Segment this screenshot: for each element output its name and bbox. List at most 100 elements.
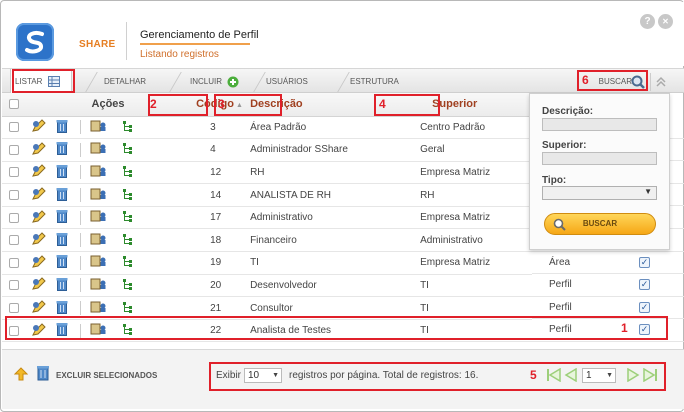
users-book-icon[interactable] <box>90 233 107 248</box>
users-book-icon[interactable] <box>90 142 107 157</box>
superior-input[interactable] <box>542 152 657 165</box>
table-row[interactable]: 18 Financeiro Administrativo <box>2 228 533 253</box>
tree-structure-icon[interactable] <box>122 165 134 180</box>
descricao-cell: RH <box>248 161 413 185</box>
collapse-up-icon[interactable] <box>655 76 667 88</box>
trash-icon[interactable] <box>56 119 68 136</box>
spacer-cell <box>148 161 189 185</box>
codigo-cell: 20 <box>188 274 249 298</box>
superior-cell: Empresa Matriz <box>412 161 533 185</box>
tree-structure-icon[interactable] <box>122 233 134 248</box>
edit-pencil-icon[interactable] <box>32 209 46 226</box>
users-book-icon[interactable] <box>90 210 107 225</box>
trash-icon[interactable] <box>56 164 68 181</box>
users-cell <box>84 183 120 207</box>
edit-pencil-icon[interactable] <box>32 187 46 203</box>
trash-icon[interactable] <box>56 254 68 271</box>
edit-pencil-icon[interactable] <box>32 300 46 316</box>
action-divider <box>80 142 81 157</box>
row-checkbox[interactable] <box>9 302 19 313</box>
excluir-selecionados-link[interactable]: EXCLUIR SELECIONADOS <box>56 371 157 380</box>
users-book-icon[interactable] <box>90 278 107 293</box>
edit-cell <box>28 183 54 207</box>
table-row[interactable]: 14 ANALISTA DE RH RH <box>2 183 533 207</box>
row-checkbox[interactable] <box>9 280 19 291</box>
tree-structure-icon[interactable] <box>122 210 134 225</box>
row-checkbox[interactable] <box>9 257 19 268</box>
trash-icon[interactable] <box>56 209 68 226</box>
profiles-table: Ações Código ▲ Descrição Superior 3 Área P… <box>2 93 533 343</box>
tree-structure-icon[interactable] <box>122 188 134 203</box>
close-icon[interactable]: ✕ <box>658 14 673 29</box>
tree-structure-icon[interactable] <box>122 278 134 293</box>
ativo-checkbox[interactable]: ✓ <box>639 301 650 313</box>
help-icon[interactable]: ? <box>640 14 655 29</box>
users-book-icon[interactable] <box>90 255 107 270</box>
highlight-box-last-row <box>5 316 668 340</box>
descricao-input[interactable] <box>542 118 657 131</box>
row-checkbox[interactable] <box>9 189 19 200</box>
tipo-select[interactable]: ▼ <box>542 186 657 200</box>
descricao-cell: Desenvolvedor <box>248 274 413 298</box>
highlight-box-listar <box>12 69 75 93</box>
codigo-cell: 12 <box>188 161 249 185</box>
descricao-cell: Área Padrão <box>248 116 413 140</box>
row-checkbox[interactable] <box>9 144 19 155</box>
row-checkbox[interactable] <box>9 212 19 223</box>
structure-cell <box>120 206 148 230</box>
row-select-cell <box>2 161 28 185</box>
spacer-cell <box>148 228 189 253</box>
structure-cell <box>120 161 148 185</box>
action-divider <box>80 210 81 225</box>
edit-pencil-icon[interactable] <box>32 164 46 180</box>
trash-icon[interactable] <box>36 365 50 381</box>
row-checkbox[interactable] <box>9 167 19 178</box>
trash-icon[interactable] <box>56 300 68 317</box>
ativo-checkbox[interactable]: ✓ <box>639 279 650 291</box>
edit-pencil-icon[interactable] <box>32 255 46 271</box>
users-cell <box>84 228 120 253</box>
highlight-box-pagination <box>209 362 666 391</box>
edit-pencil-icon[interactable] <box>32 142 46 158</box>
table-row[interactable]: 3 Área Padrão Centro Padrão <box>2 116 533 140</box>
trash-icon[interactable] <box>56 187 68 204</box>
edit-pencil-icon[interactable] <box>32 277 46 293</box>
select-all-checkbox[interactable] <box>9 99 19 110</box>
trash-icon[interactable] <box>56 232 68 249</box>
tree-structure-icon[interactable] <box>122 142 134 157</box>
tree-structure-icon[interactable] <box>122 301 134 316</box>
tab-incluir[interactable]: INCLUIR <box>186 69 246 94</box>
header-select-all-cell <box>2 93 28 117</box>
tab-estrutura[interactable]: ESTRUTURA <box>346 69 410 113</box>
edit-cell <box>28 274 54 298</box>
descricao-cell: ANALISTA DE RH <box>248 183 413 207</box>
buscar-button[interactable]: BUSCAR <box>544 213 656 235</box>
users-book-icon[interactable] <box>90 165 107 180</box>
ativo-checkbox[interactable]: ✓ <box>639 256 650 268</box>
tab-detalhar[interactable]: DETALHAR <box>100 69 160 113</box>
table-row[interactable]: 17 Administrativo Empresa Matriz <box>2 206 533 230</box>
trash-icon[interactable] <box>56 141 68 158</box>
users-book-icon[interactable] <box>90 120 107 135</box>
descricao-cell: TI <box>248 251 413 275</box>
superior-cell: Administrativo <box>412 228 533 253</box>
edit-pencil-icon[interactable] <box>32 119 46 135</box>
tree-structure-icon[interactable] <box>122 120 134 135</box>
superior-cell: Geral <box>412 138 533 162</box>
table-row[interactable]: 20 Desenvolvedor TI <box>2 274 533 298</box>
users-book-icon[interactable] <box>90 188 107 203</box>
search-magnifier-icon <box>553 218 566 231</box>
row-checkbox[interactable] <box>9 235 19 246</box>
row-checkbox[interactable] <box>9 122 19 133</box>
superior-cell: Empresa Matriz <box>412 251 533 275</box>
table-row[interactable]: 4 Administrador SShare Geral <box>2 138 533 162</box>
edit-pencil-icon[interactable] <box>32 232 46 248</box>
users-book-icon[interactable] <box>90 301 107 316</box>
descricao-cell: Financeiro <box>248 228 413 253</box>
tab-usuarios[interactable]: USUÁRIOS <box>262 69 328 113</box>
delete-cell <box>54 251 84 275</box>
tree-structure-icon[interactable] <box>122 255 134 270</box>
table-row[interactable]: 12 RH Empresa Matriz <box>2 161 533 185</box>
trash-icon[interactable] <box>56 277 68 294</box>
table-row[interactable]: 19 TI Empresa Matriz <box>2 251 533 275</box>
